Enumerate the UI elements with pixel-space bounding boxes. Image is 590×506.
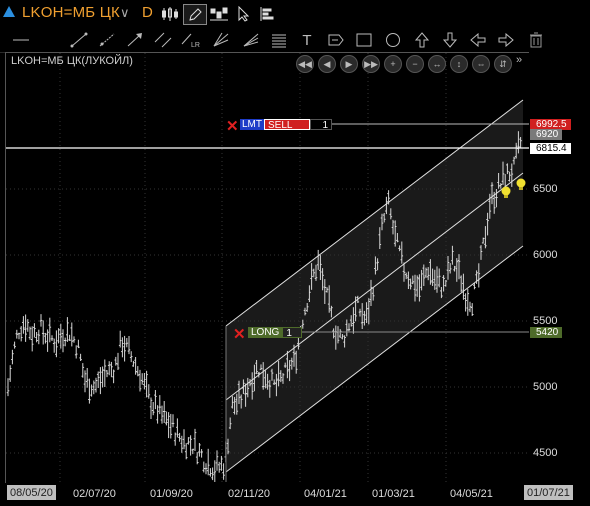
cancel-order-icon[interactable]: ✕: [226, 117, 239, 135]
zoom-out-icon[interactable]: −: [406, 55, 424, 73]
scroll-left-icon[interactable]: ◀: [318, 55, 336, 73]
chart-title: LKOH=МБ ЦК(ЛУКОЙЛ): [11, 55, 133, 67]
long-price-label: 5420: [530, 327, 563, 338]
long-qty: 1: [282, 327, 303, 339]
long-label: LONG: [248, 327, 283, 338]
x-tick: 04/05/21: [450, 488, 493, 500]
bulb-icon[interactable]: [515, 178, 527, 197]
sell-limit-order[interactable]: LMT SELL 1: [240, 119, 332, 131]
price-axis[interactable]: [529, 52, 590, 483]
x-end-label: 01/07/21: [524, 485, 573, 500]
scroll-end-icon[interactable]: ▶▶: [362, 55, 380, 73]
price-chart[interactable]: [0, 0, 590, 506]
y-tick: 4500: [533, 447, 558, 459]
bid-price-label: 6920: [530, 129, 563, 140]
x-tick: 01/09/20: [150, 488, 193, 500]
collapse-icon[interactable]: »: [516, 54, 522, 66]
long-position[interactable]: LONG 1: [248, 327, 303, 339]
expand-icon[interactable]: ⇔: [472, 55, 490, 73]
sell-label: SELL: [264, 119, 310, 131]
y-tick: 5000: [533, 381, 558, 393]
scroll-right-icon[interactable]: ▶: [340, 55, 358, 73]
y-tick: 5500: [533, 315, 558, 327]
auto-scale-icon[interactable]: ⇵: [494, 55, 512, 73]
y-tick: 6000: [533, 249, 558, 261]
y-tick: 6500: [533, 183, 558, 195]
compress-icon[interactable]: ↕: [450, 55, 468, 73]
close-position-icon[interactable]: ✕: [233, 325, 246, 343]
x-tick: 01/03/21: [372, 488, 415, 500]
hline-price-label: 6815.4: [530, 143, 571, 154]
fit-icon[interactable]: ↔: [428, 55, 446, 73]
zoom-in-icon[interactable]: +: [384, 55, 402, 73]
sell-qty: 1: [310, 119, 332, 131]
x-tick: 04/01/21: [304, 488, 347, 500]
x-tick: 02/11/20: [228, 488, 271, 500]
bulb-icon[interactable]: [500, 186, 512, 205]
lmt-tag: LMT: [240, 119, 264, 130]
x-start-label: 08/05/20: [7, 485, 56, 500]
x-tick: 02/07/20: [73, 488, 116, 500]
scroll-start-icon[interactable]: ◀◀: [296, 55, 314, 73]
